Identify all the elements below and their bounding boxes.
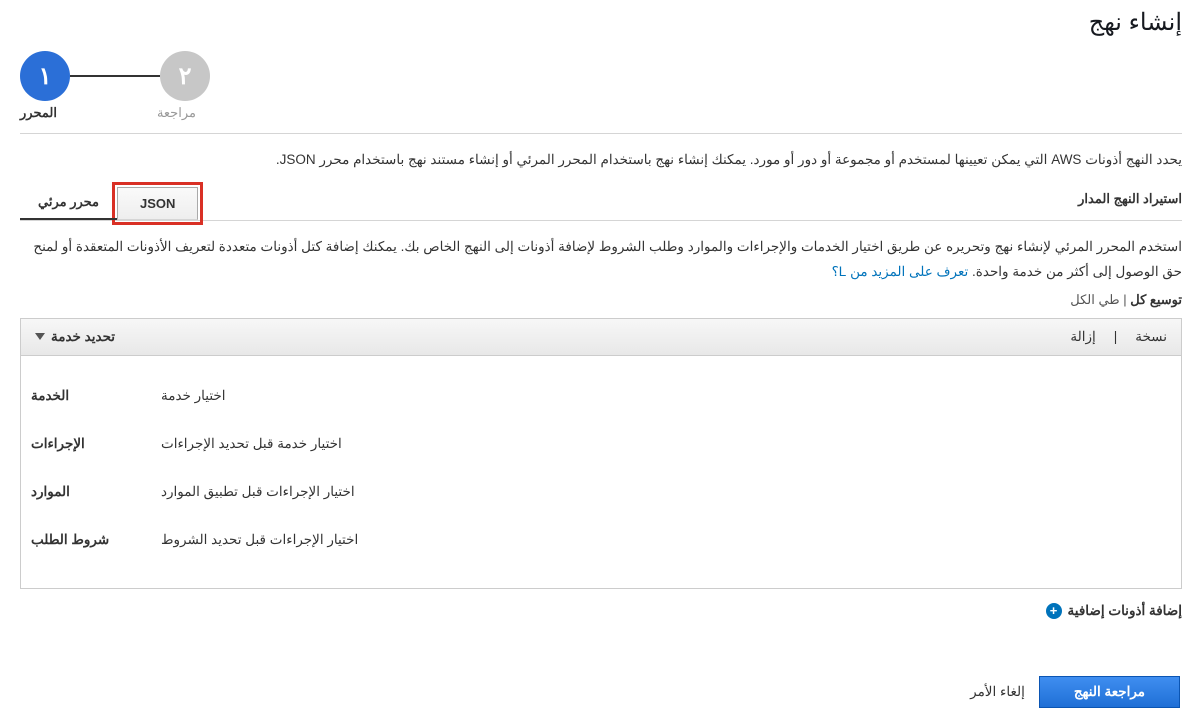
step-2-circle[interactable]: ٢: [160, 51, 210, 101]
collapse-all-link[interactable]: طي الكل: [1070, 292, 1119, 307]
actions-label: الإجراءات: [31, 436, 121, 452]
conditions-value: اختيار الإجراءات قبل تحديد الشروط: [161, 532, 358, 548]
actions-value: اختيار خدمة قبل تحديد الإجراءات: [161, 436, 342, 452]
service-label: الخدمة: [31, 388, 121, 404]
step-2-label: مراجعة: [157, 105, 196, 121]
page-title: إنشاء نهج: [20, 8, 1182, 37]
visual-editor-description: استخدم المحرر المرئي لإنشاء نهج وتحريره …: [20, 235, 1182, 284]
learn-more-link[interactable]: تعرف على المزيد من L؟: [832, 264, 969, 279]
resources-value: اختيار الإجراءات قبل تطبيق الموارد: [161, 484, 355, 500]
row-actions: الإجراءات اختيار خدمة قبل تحديد الإجراءا…: [31, 420, 1171, 468]
add-permissions-label: إضافة أذونات إضافية: [1068, 603, 1182, 619]
expand-collapse-row: توسيع كل | طي الكل: [20, 292, 1182, 308]
resources-label: الموارد: [31, 484, 121, 500]
cancel-link[interactable]: إلغاء الأمر: [970, 684, 1025, 700]
choose-service-link[interactable]: اختيار خدمة: [161, 388, 226, 404]
row-service: الخدمة اختيار خدمة: [31, 372, 1171, 420]
remove-link[interactable]: إزالة: [1070, 329, 1095, 345]
step-connector: [70, 75, 160, 77]
import-managed-policy-link[interactable]: استيراد النهج المدار: [1068, 191, 1182, 215]
tab-visual-editor[interactable]: محرر مرئي: [20, 186, 117, 220]
chevron-down-icon: [35, 333, 45, 340]
wizard: ١ ٢: [20, 51, 1122, 101]
divider: [20, 133, 1182, 134]
clone-link[interactable]: نسخة: [1135, 329, 1167, 345]
tab-json[interactable]: JSON: [117, 187, 198, 220]
review-policy-button[interactable]: مراجعة النهج: [1039, 676, 1180, 708]
service-block-body: الخدمة اختيار خدمة الإجراءات اختيار خدمة…: [20, 356, 1182, 589]
footer: مراجعة النهج إلغاء الأمر: [22, 676, 1180, 708]
editor-tabs: استيراد النهج المدار محرر مرئي JSON: [20, 186, 1182, 221]
add-permissions-link[interactable]: إضافة أذونات إضافية +: [150, 603, 1182, 619]
conditions-label: شروط الطلب: [31, 532, 121, 548]
step-1-circle[interactable]: ١: [20, 51, 70, 101]
plus-icon: +: [1046, 603, 1062, 619]
row-resources: الموارد اختيار الإجراءات قبل تطبيق الموا…: [31, 468, 1171, 516]
service-block-title: تحديد خدمة: [51, 329, 115, 345]
step-1-label: المحرر: [20, 105, 57, 121]
row-conditions: شروط الطلب اختيار الإجراءات قبل تحديد ال…: [31, 516, 1171, 564]
service-block-header[interactable]: نسخة | إزالة تحديد خدمة: [20, 318, 1182, 356]
expand-all-link[interactable]: توسيع كل: [1130, 292, 1182, 307]
policy-description: يحدد النهج أذونات AWS التي يمكن تعيينها …: [20, 148, 1182, 172]
